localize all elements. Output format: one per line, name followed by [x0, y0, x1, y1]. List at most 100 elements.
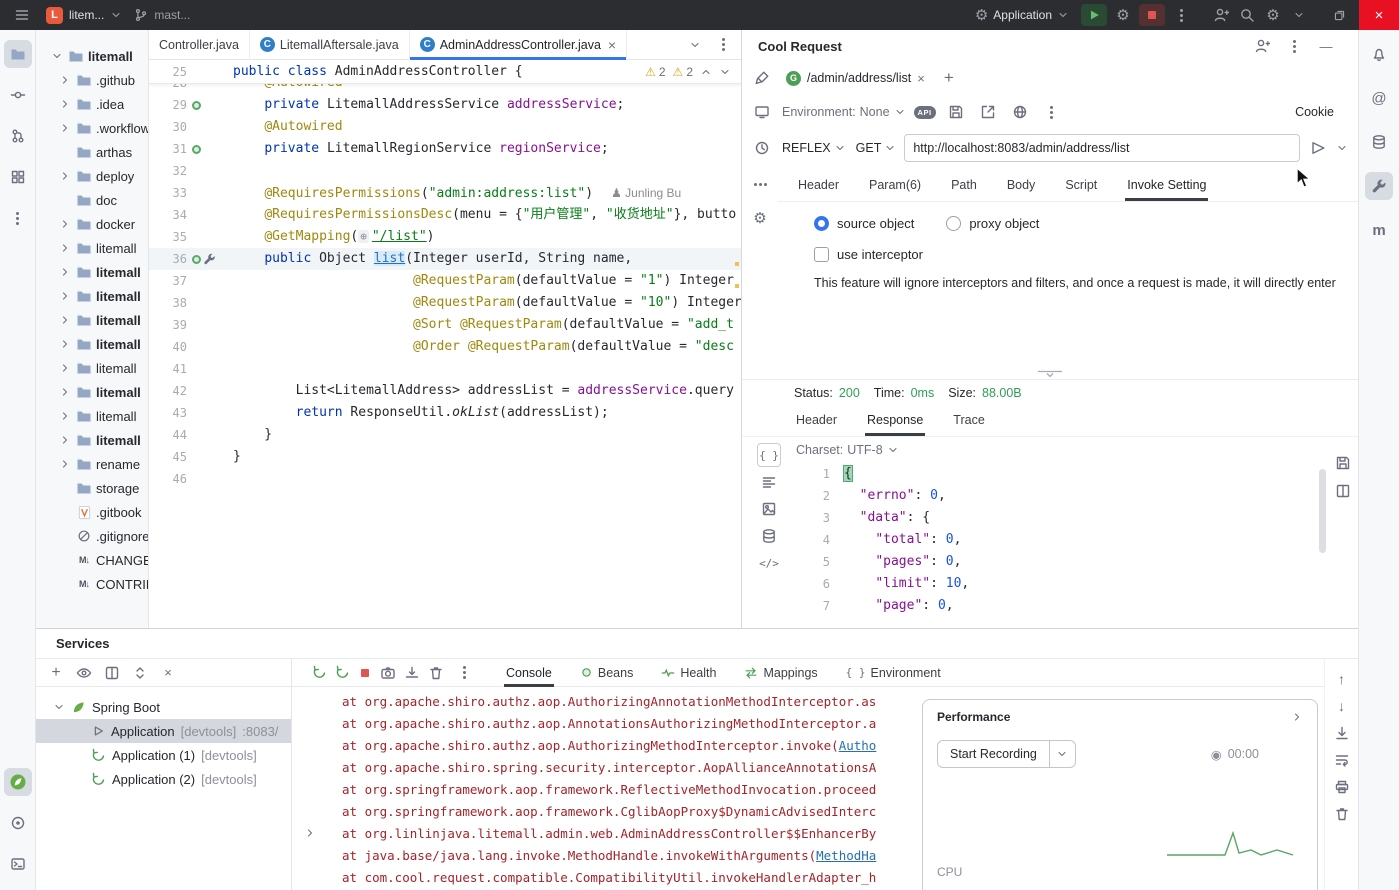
database-tool-icon[interactable]: [1365, 128, 1393, 156]
add-user-icon[interactable]: [1209, 3, 1233, 27]
editor-tab[interactable]: Controller.java: [149, 29, 250, 60]
save-icon[interactable]: [944, 100, 968, 124]
request-tab-invoke-setting[interactable]: Invoke Setting: [1125, 178, 1209, 201]
request-tab-header[interactable]: Header: [796, 178, 841, 201]
console-tab-console[interactable]: Console: [504, 659, 554, 687]
cool-request-tool-icon[interactable]: [1365, 172, 1393, 200]
tree-item[interactable]: litemall: [36, 332, 148, 356]
code-line[interactable]: 37 @RequestParam(defaultValue = "1") Int…: [149, 270, 741, 292]
pin-icon[interactable]: [750, 66, 774, 90]
close-icon[interactable]: ×: [917, 71, 925, 86]
code-line[interactable]: 36 public Object list(Integer userId, St…: [149, 248, 741, 270]
use-interceptor-checkbox[interactable]: [814, 247, 829, 262]
pull-requests-tool-icon[interactable]: [4, 122, 32, 150]
maven-tool-icon[interactable]: m: [1365, 216, 1393, 244]
console-more-icon[interactable]: [452, 661, 476, 685]
services-tool-icon[interactable]: [3, 768, 32, 796]
split-icon[interactable]: [100, 661, 124, 685]
tree-item[interactable]: arthas: [36, 140, 148, 164]
endpoints-tool-icon[interactable]: [4, 809, 32, 837]
tree-item[interactable]: litemall: [36, 428, 148, 452]
terminal-tool-icon[interactable]: [4, 850, 32, 878]
close-button[interactable]: ×: [1359, 0, 1399, 30]
globe-icon[interactable]: [1008, 100, 1032, 124]
tree-item[interactable]: doc: [36, 188, 148, 212]
tree-item[interactable]: storage: [36, 476, 148, 500]
editor-more-icon[interactable]: [711, 33, 735, 57]
commit-tool-icon[interactable]: [4, 81, 32, 109]
fold-icon[interactable]: [304, 827, 316, 839]
warning-stripe-mark[interactable]: [735, 262, 739, 266]
console-tab-beans[interactable]: Beans: [578, 659, 635, 687]
maximize-button[interactable]: [1319, 0, 1359, 30]
console-output[interactable]: at org.apache.shiro.authz.aop.Authorizin…: [292, 687, 1324, 890]
send-icon[interactable]: [1306, 136, 1330, 160]
tree-item[interactable]: .idea: [36, 92, 148, 116]
response-splitter[interactable]: [742, 368, 1358, 380]
code-line[interactable]: 32: [149, 160, 741, 182]
save-response-icon[interactable]: [1331, 451, 1355, 475]
ai-assistant-icon[interactable]: @: [1365, 84, 1393, 112]
prev-problem-icon[interactable]: [700, 66, 712, 78]
spring-bean-icon[interactable]: [192, 100, 201, 110]
code-line[interactable]: 46: [149, 468, 741, 490]
tree-item[interactable]: deploy: [36, 164, 148, 188]
hide-panel-icon[interactable]: —: [1314, 34, 1338, 58]
api-call-icon[interactable]: [203, 253, 216, 266]
rerun-debug-icon[interactable]: [335, 665, 350, 680]
layout-icon[interactable]: [1331, 479, 1355, 503]
hide-services-icon[interactable]: ×: [156, 661, 180, 685]
print-icon[interactable]: [1330, 775, 1354, 799]
tree-item[interactable]: litemall: [36, 356, 148, 380]
request-tab-script[interactable]: Script: [1063, 178, 1099, 201]
tree-item[interactable]: litemall: [36, 308, 148, 332]
clear-console-icon[interactable]: [1330, 802, 1354, 826]
run-button[interactable]: [1081, 4, 1107, 26]
code-line[interactable]: 31 private LitemallRegionService regionS…: [149, 138, 741, 160]
more-tools-icon[interactable]: [4, 204, 32, 232]
tree-root-litemall[interactable]: litemall: [36, 44, 148, 68]
request-tab[interactable]: G /admin/address/list ×: [778, 67, 933, 90]
json-view-icon[interactable]: { }: [757, 443, 781, 467]
stack-trace-link[interactable]: Autho: [839, 738, 877, 753]
build-icon[interactable]: ⚙: [1111, 3, 1135, 27]
request-tab-path[interactable]: Path: [949, 178, 979, 201]
export-icon[interactable]: [976, 100, 1000, 124]
cookie-button[interactable]: Cookie: [1295, 105, 1334, 119]
scroll-to-end-icon[interactable]: [1330, 721, 1354, 745]
editor-tab[interactable]: C LitemallAftersale.java: [250, 29, 410, 60]
request-tab-body[interactable]: Body: [1005, 178, 1038, 201]
tree-item[interactable]: litemall: [36, 260, 148, 284]
service-tree-item[interactable]: Application (2) [devtools]: [36, 767, 291, 791]
code-line[interactable]: 34 @RequiresPermissionsDesc(menu = {"用户管…: [149, 204, 741, 226]
service-tree-item[interactable]: Application [devtools] :8083/: [36, 719, 291, 743]
request-tab-param-6-[interactable]: Param(6): [867, 178, 923, 201]
code-line[interactable]: 39 @Sort @RequestParam(defaultValue = "a…: [149, 314, 741, 336]
start-recording-button[interactable]: Start Recording: [937, 740, 1076, 768]
close-icon[interactable]: ×: [608, 38, 616, 52]
add-request-icon[interactable]: +: [937, 66, 961, 90]
response-tab-response[interactable]: Response: [865, 413, 926, 436]
add-service-icon[interactable]: +: [44, 661, 68, 685]
next-problem-icon[interactable]: [719, 66, 731, 78]
source-object-radio[interactable]: [814, 216, 829, 231]
preview-icon[interactable]: [757, 497, 781, 521]
service-tree-item[interactable]: Spring Boot: [36, 695, 291, 719]
tree-item[interactable]: .gitbook: [36, 500, 148, 524]
stop-button[interactable]: [1139, 4, 1165, 26]
charset-selector[interactable]: Charset: UTF-8: [796, 437, 1328, 463]
code-line[interactable]: 41: [149, 358, 741, 380]
response-tab-header[interactable]: Header: [794, 413, 839, 436]
expand-collapse-icon[interactable]: [128, 661, 152, 685]
environment-selector[interactable]: Environment: None: [782, 105, 906, 119]
request-settings-icon[interactable]: ⚙: [748, 206, 772, 230]
collapse-toolbar-icon[interactable]: [1287, 3, 1311, 27]
console-tab-environment[interactable]: { } Environment: [844, 659, 943, 687]
vcs-widget[interactable]: mast...: [134, 8, 190, 22]
notifications-icon[interactable]: [1365, 40, 1393, 68]
spring-bean-icon[interactable]: [192, 144, 201, 154]
send-options-icon[interactable]: [1336, 142, 1348, 154]
tree-item[interactable]: .workflow: [36, 116, 148, 140]
warning-stripe-mark[interactable]: [735, 284, 739, 288]
stack-trace-link[interactable]: MethodHa: [816, 848, 876, 863]
